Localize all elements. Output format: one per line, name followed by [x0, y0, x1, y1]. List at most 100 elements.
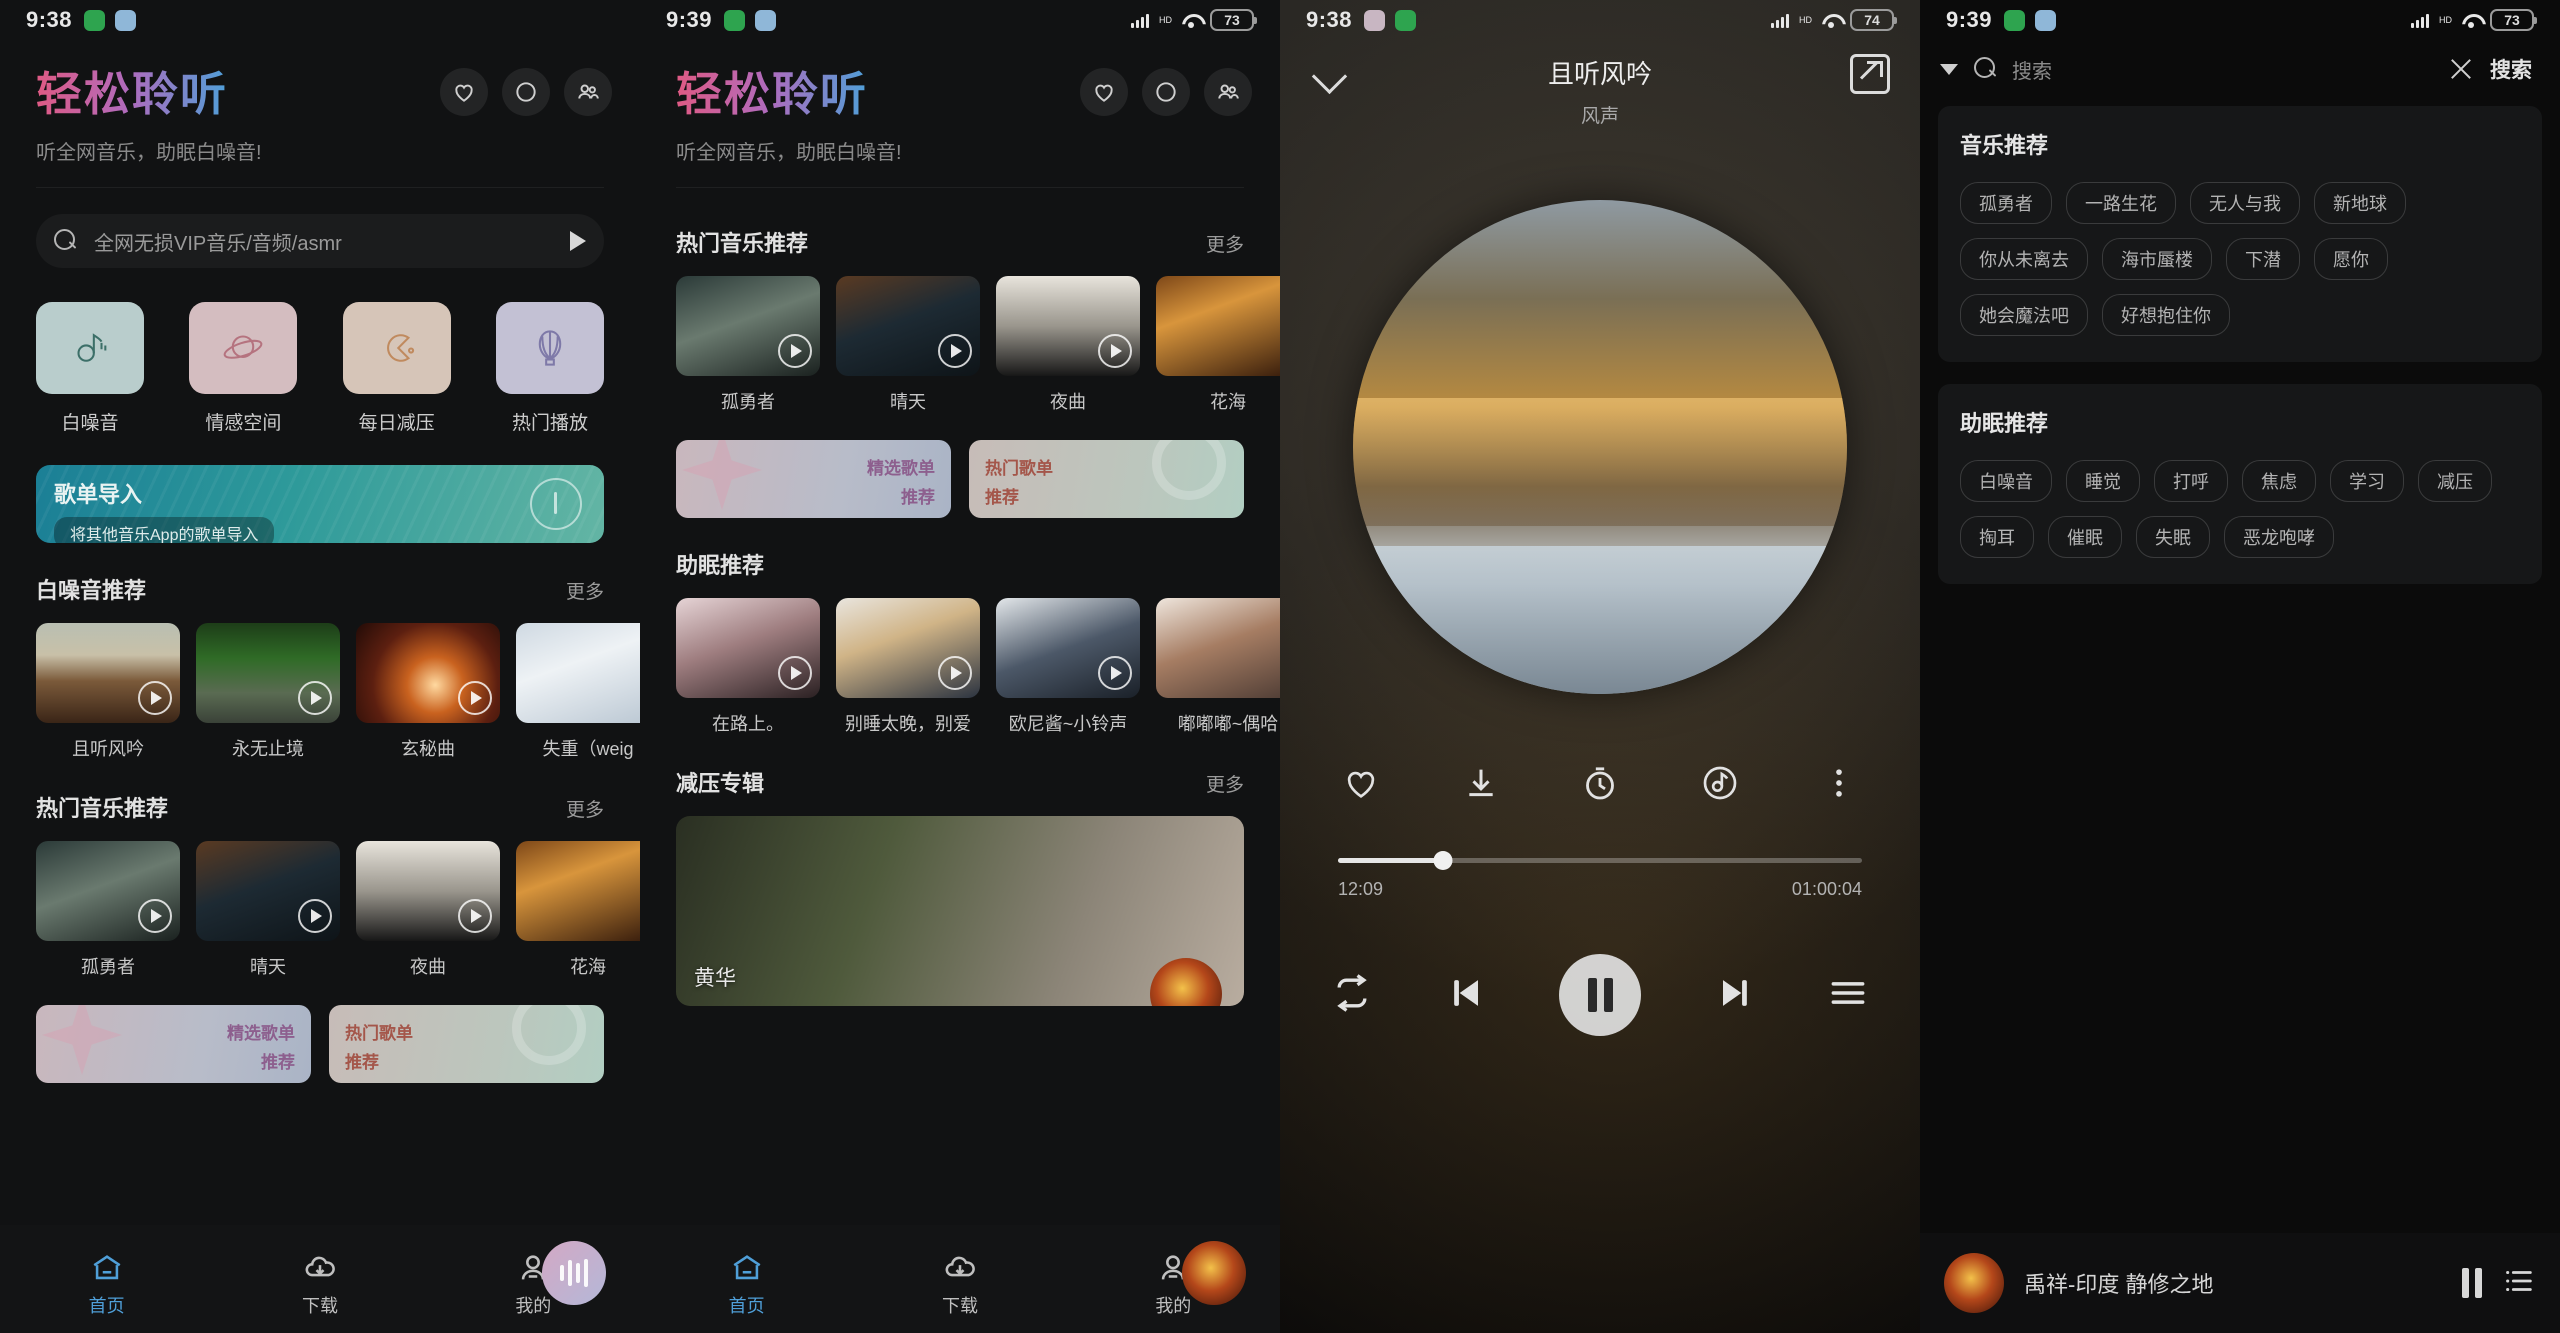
- search-bar[interactable]: 全网无损VIP音乐/音频/asmr: [36, 214, 604, 268]
- nav-item-download[interactable]: 下载: [213, 1248, 426, 1318]
- nav-item-mine[interactable]: 我的: [1067, 1248, 1280, 1318]
- tag-chip[interactable]: 无人与我: [2190, 182, 2300, 224]
- media-card[interactable]: 花海: [1156, 276, 1280, 414]
- chevron-down-icon[interactable]: [1310, 54, 1350, 94]
- progress-slider[interactable]: [1338, 851, 1862, 870]
- nav-item-mine[interactable]: 我的: [427, 1248, 640, 1318]
- more-vertical-icon[interactable]: [1816, 760, 1862, 806]
- media-card[interactable]: 玄秘曲: [356, 623, 500, 761]
- media-card[interactable]: 晴天: [836, 276, 980, 414]
- tag-chip[interactable]: 焦虑: [2242, 460, 2316, 502]
- play-icon[interactable]: [298, 681, 332, 715]
- play-icon[interactable]: [138, 681, 172, 715]
- play-icon[interactable]: [298, 899, 332, 933]
- tag-chip[interactable]: 下潜: [2226, 238, 2300, 280]
- album-art-icon[interactable]: [1182, 1241, 1246, 1305]
- tag-chip[interactable]: 新地球: [2314, 182, 2406, 224]
- promo-card-featured-playlist[interactable]: 精选歌单 推荐: [676, 440, 951, 518]
- play-icon[interactable]: [778, 656, 812, 690]
- promo-card-hot-playlist[interactable]: 热门歌单 推荐: [969, 440, 1244, 518]
- media-card[interactable]: 嘟嘟嘟~偶哈: [1156, 598, 1280, 736]
- promo-card-hot-playlist[interactable]: 热门歌单 推荐: [329, 1005, 604, 1083]
- promo-card-featured-playlist[interactable]: 精选歌单 推荐: [36, 1005, 311, 1083]
- section-more-link[interactable]: 更多: [566, 577, 604, 604]
- people-icon[interactable]: [1204, 68, 1252, 116]
- equalizer-icon[interactable]: [542, 1241, 606, 1305]
- tag-chip[interactable]: 一路生花: [2066, 182, 2176, 224]
- category-item-emotion[interactable]: 情感空间: [189, 302, 298, 435]
- media-card[interactable]: 欧尼酱~小铃声: [996, 598, 1140, 736]
- tag-chip[interactable]: 愿你: [2314, 238, 2388, 280]
- tag-chip[interactable]: 孤勇者: [1960, 182, 2052, 224]
- section-more-link[interactable]: 更多: [566, 795, 604, 822]
- media-card[interactable]: 夜曲: [356, 841, 500, 979]
- tag-chip[interactable]: 恶龙咆哮: [2224, 516, 2334, 558]
- play-icon[interactable]: [138, 899, 172, 933]
- playlist-icon[interactable]: [2502, 1264, 2536, 1303]
- caret-down-icon[interactable]: [1940, 63, 1958, 75]
- search-input[interactable]: 全网无损VIP音乐/音频/asmr: [94, 227, 554, 256]
- nav-item-home[interactable]: 首页: [640, 1248, 853, 1318]
- play-icon[interactable]: [458, 899, 492, 933]
- media-card[interactable]: 孤勇者: [676, 276, 820, 414]
- media-card[interactable]: 别睡太晚，别爱: [836, 598, 980, 736]
- search-button[interactable]: 搜索: [2490, 54, 2532, 84]
- play-icon[interactable]: [938, 656, 972, 690]
- play-icon[interactable]: [1098, 656, 1132, 690]
- tag-chip[interactable]: 学习: [2330, 460, 2404, 502]
- search-input[interactable]: 搜索: [2012, 55, 2052, 84]
- tag-chip[interactable]: 打呼: [2154, 460, 2228, 502]
- play-icon[interactable]: [458, 681, 492, 715]
- previous-button[interactable]: [1445, 971, 1489, 1020]
- mini-player-artwork[interactable]: [1944, 1253, 2004, 1313]
- category-item-daily-relax[interactable]: 每日减压: [342, 302, 451, 435]
- progress-knob[interactable]: [1433, 851, 1453, 870]
- tag-chip[interactable]: 白噪音: [1960, 460, 2052, 502]
- tag-chip[interactable]: 减压: [2418, 460, 2492, 502]
- ringtone-button[interactable]: [1697, 760, 1743, 806]
- player-album-art[interactable]: [1353, 200, 1847, 694]
- nav-item-download[interactable]: 下载: [853, 1248, 1066, 1318]
- section-more-link[interactable]: 更多: [1206, 230, 1244, 257]
- heart-icon[interactable]: [1080, 68, 1128, 116]
- circle-icon[interactable]: [1142, 68, 1190, 116]
- people-icon[interactable]: [564, 68, 612, 116]
- heart-icon[interactable]: [440, 68, 488, 116]
- media-card[interactable]: 夜曲: [996, 276, 1140, 414]
- tag-chip[interactable]: 好想抱住你: [2102, 294, 2230, 336]
- featured-album-card[interactable]: 黄华: [676, 816, 1244, 1006]
- tag-chip[interactable]: 失眠: [2136, 516, 2210, 558]
- category-item-white-noise[interactable]: 白噪音: [36, 302, 144, 435]
- next-button[interactable]: [1712, 971, 1756, 1020]
- tag-chip[interactable]: 睡觉: [2066, 460, 2140, 502]
- play-pause-button[interactable]: [1559, 954, 1641, 1036]
- search-field[interactable]: 搜索: [1974, 55, 2432, 84]
- media-card[interactable]: 花海: [516, 841, 640, 979]
- playlist-button[interactable]: [1826, 971, 1870, 1020]
- tag-chip[interactable]: 你从未离去: [1960, 238, 2088, 280]
- media-card[interactable]: 失重（weig: [516, 623, 640, 761]
- media-card[interactable]: 永无止境: [196, 623, 340, 761]
- tag-chip[interactable]: 她会魔法吧: [1960, 294, 2088, 336]
- media-card[interactable]: 孤勇者: [36, 841, 180, 979]
- download-button[interactable]: [1458, 760, 1504, 806]
- tag-chip[interactable]: 掏耳: [1960, 516, 2034, 558]
- favorite-button[interactable]: [1338, 760, 1384, 806]
- play-icon[interactable]: [570, 231, 586, 251]
- external-link-icon[interactable]: [1850, 54, 1890, 94]
- sleep-timer-button[interactable]: [1577, 760, 1623, 806]
- repeat-button[interactable]: [1330, 971, 1374, 1020]
- media-card[interactable]: 在路上。: [676, 598, 820, 736]
- nav-item-home[interactable]: 首页: [0, 1248, 213, 1318]
- playlist-import-banner[interactable]: 歌单导入 将其他音乐App的歌单导入: [36, 465, 604, 543]
- media-card[interactable]: 且听风吟: [36, 623, 180, 761]
- tag-chip[interactable]: 海市蜃楼: [2102, 238, 2212, 280]
- media-card[interactable]: 晴天: [196, 841, 340, 979]
- play-icon[interactable]: [778, 334, 812, 368]
- tag-chip[interactable]: 催眠: [2048, 516, 2122, 558]
- play-icon[interactable]: [1098, 334, 1132, 368]
- section-more-link[interactable]: 更多: [1206, 770, 1244, 797]
- pause-icon[interactable]: [2462, 1268, 2482, 1298]
- circle-icon[interactable]: [502, 68, 550, 116]
- close-icon[interactable]: [2448, 56, 2474, 82]
